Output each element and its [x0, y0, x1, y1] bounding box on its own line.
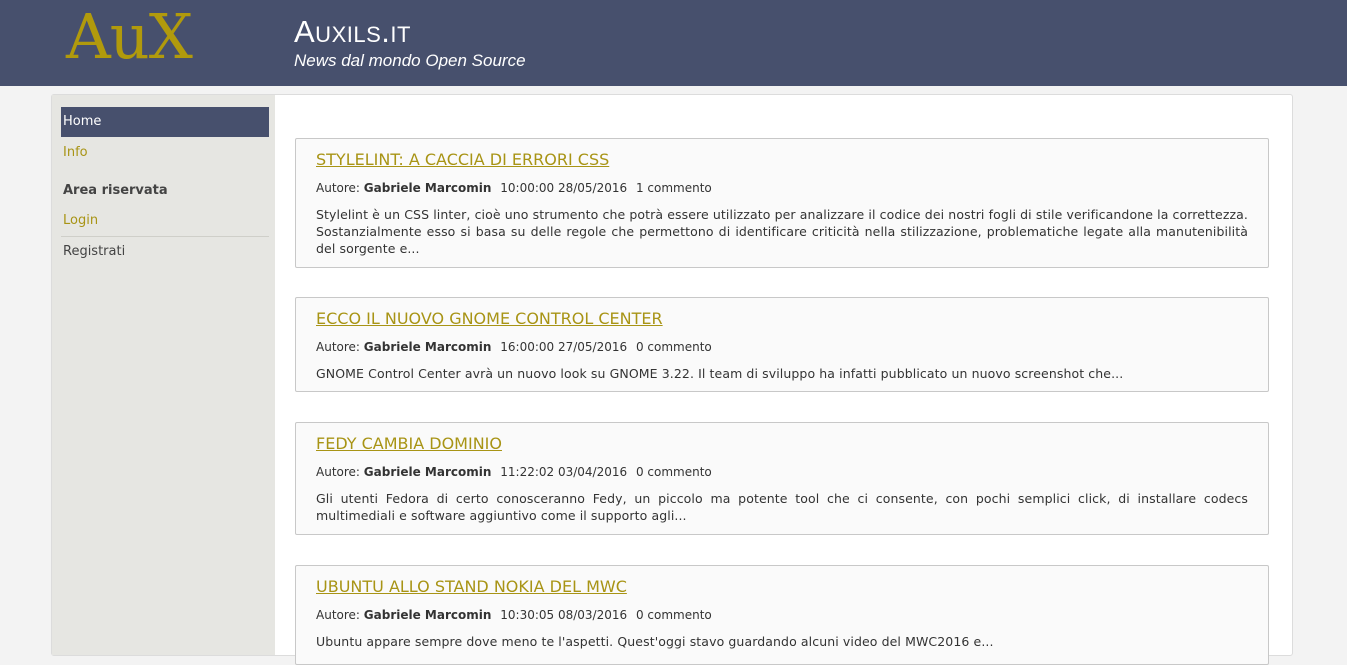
site-header: AuX Auxils.it News dal mondo Open Source: [0, 0, 1347, 86]
author-label: Autore:: [316, 181, 360, 195]
nav-reserved-area-heading: Area riservata: [63, 183, 168, 198]
article-datetime: 11:22:02 03/04/2016: [500, 465, 628, 479]
author-name: Gabriele Marcomin: [363, 465, 492, 479]
article-comments[interactable]: 0 commento: [636, 465, 712, 479]
main-container: Home Info Area riservata Login Registrat…: [51, 94, 1293, 665]
site-title[interactable]: Auxils.it: [294, 14, 411, 50]
article-title-link[interactable]: Stylelint: a caccia di errori CSS: [316, 149, 1248, 171]
article-datetime: 10:00:00 28/05/2016: [500, 181, 628, 195]
author-label: Autore:: [316, 608, 360, 622]
article-card: Ecco il nuovo GNOME Control Center Autor…: [295, 297, 1269, 392]
article-card: Ubuntu allo stand Nokia del MWC Autore: …: [295, 565, 1269, 665]
site-subtitle: News dal mondo Open Source: [294, 51, 526, 70]
article-meta: Autore: Gabriele Marcomin 11:22:02 03/04…: [316, 464, 1248, 480]
author-name: Gabriele Marcomin: [363, 608, 492, 622]
article-meta: Autore: Gabriele Marcomin 10:30:05 08/03…: [316, 607, 1248, 623]
article-meta: Autore: Gabriele Marcomin 10:00:00 28/05…: [316, 180, 1248, 196]
article-card: Fedy cambia dominio Autore: Gabriele Mar…: [295, 422, 1269, 535]
article-datetime: 10:30:05 08/03/2016: [500, 608, 628, 622]
nav-home[interactable]: Home: [61, 107, 269, 137]
article-excerpt: Gli utenti Fedora di certo conosceranno …: [316, 491, 1248, 523]
author-label: Autore:: [316, 340, 360, 354]
article-title-link[interactable]: Ecco il nuovo GNOME Control Center: [316, 308, 1248, 330]
sidebar: Home Info Area riservata Login Registrat…: [52, 95, 275, 655]
nav-info[interactable]: Info: [61, 138, 269, 168]
article-datetime: 16:00:00 27/05/2016: [500, 340, 628, 354]
author-label: Autore:: [316, 465, 360, 479]
article-comments[interactable]: 0 commento: [636, 608, 712, 622]
article-title-link[interactable]: Fedy cambia dominio: [316, 433, 1248, 455]
article-excerpt: Ubuntu appare sempre dove meno te l'aspe…: [316, 634, 994, 649]
article-excerpt: Stylelint è un CSS linter, cioè uno stru…: [316, 207, 1248, 256]
author-name: Gabriele Marcomin: [363, 181, 492, 195]
nav-register[interactable]: Registrati: [61, 237, 269, 267]
article-comments[interactable]: 1 commento: [636, 181, 712, 195]
article-title-link[interactable]: Ubuntu allo stand Nokia del MWC: [316, 576, 1248, 598]
article-meta: Autore: Gabriele Marcomin 16:00:00 27/05…: [316, 339, 1248, 355]
article-comments[interactable]: 0 commento: [636, 340, 712, 354]
nav-login[interactable]: Login: [61, 206, 269, 237]
author-name: Gabriele Marcomin: [363, 340, 492, 354]
site-logo[interactable]: AuX: [66, 2, 193, 72]
article-excerpt: GNOME Control Center avrà un nuovo look …: [316, 366, 1124, 381]
article-card: Stylelint: a caccia di errori CSS Autore…: [295, 138, 1269, 268]
